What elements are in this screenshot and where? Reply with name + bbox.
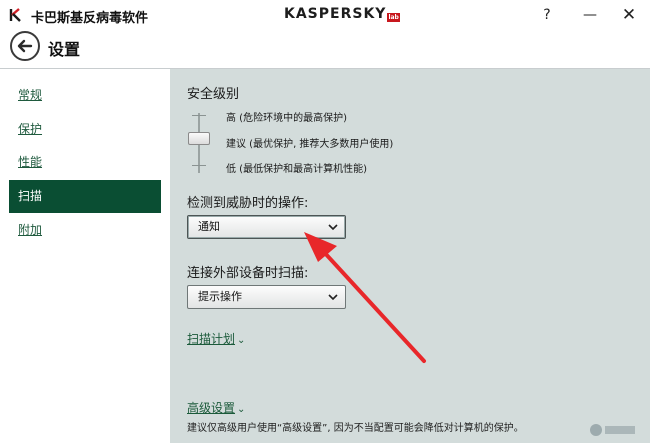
sidebar-item-performance[interactable]: 性能 (9, 146, 161, 179)
sidebar-item-protection[interactable]: 保护 (9, 113, 161, 146)
back-button[interactable] (10, 31, 40, 61)
chevron-down-icon: ⌄ (237, 404, 246, 415)
scan-schedule-label: 扫描计划 (187, 332, 236, 346)
level-low-label[interactable]: 低 (最低保护和最高计算机性能) (226, 160, 367, 175)
chevron-down-icon (328, 294, 338, 301)
chevron-down-icon: ⌄ (237, 335, 246, 346)
level-high-label[interactable]: 高 (危险环境中的最高保护) (226, 109, 347, 124)
sidebar-item-additional[interactable]: 附加 (9, 214, 161, 247)
kaspersky-logo-icon (9, 8, 21, 22)
threat-action-title: 检测到威胁时的操作: (187, 196, 309, 211)
title-bar: 卡巴斯基反病毒软件 KASPERSKY lab ? — ✕ (0, 0, 650, 30)
help-button[interactable]: ? (534, 5, 560, 25)
level-recommended-label[interactable]: 建议 (最优保护, 推荐大多数用户使用) (226, 135, 393, 150)
chevron-down-icon (328, 224, 338, 231)
sidebar-item-scan[interactable]: 扫描 (9, 180, 161, 213)
page-header: 设置 (0, 30, 650, 68)
advanced-settings-note: 建议仅高级用户使用“高级设置”, 因为不当配置可能会降低对计算机的保护。 (187, 423, 524, 434)
arrow-left-icon (17, 39, 33, 53)
slider-tick-high (192, 115, 206, 116)
brand-badge: lab (387, 13, 400, 22)
close-button[interactable]: ✕ (616, 5, 642, 25)
watermark-icon (590, 424, 635, 436)
threat-action-value: 通知 (198, 220, 220, 233)
brand-wordmark: KASPERSKY (284, 6, 387, 22)
minimize-button[interactable]: — (577, 5, 603, 25)
external-device-title: 连接外部设备时扫描: (187, 266, 309, 281)
sidebar: 常规 保护 性能 扫描 附加 (0, 68, 170, 443)
settings-panel: 安全级别 高 (危险环境中的最高保护) 建议 (最优保护, 推荐大多数用户使用)… (170, 68, 650, 443)
slider-tick-low (192, 165, 206, 166)
threat-action-dropdown[interactable]: 通知 (187, 215, 346, 239)
advanced-settings-link[interactable]: 高级设置 ⌄ (187, 399, 245, 416)
app-title: 卡巴斯基反病毒软件 (31, 11, 149, 26)
scan-schedule-link[interactable]: 扫描计划 ⌄ (187, 330, 245, 347)
external-device-value: 提示操作 (198, 290, 242, 303)
security-level-slider-thumb[interactable] (188, 132, 210, 145)
page-title: 设置 (48, 40, 81, 59)
sidebar-item-general[interactable]: 常规 (9, 79, 161, 112)
brand-logo: KASPERSKY lab (284, 6, 400, 22)
security-level-title: 安全级别 (187, 87, 240, 102)
external-device-dropdown[interactable]: 提示操作 (187, 285, 346, 309)
advanced-settings-label: 高级设置 (187, 401, 236, 415)
